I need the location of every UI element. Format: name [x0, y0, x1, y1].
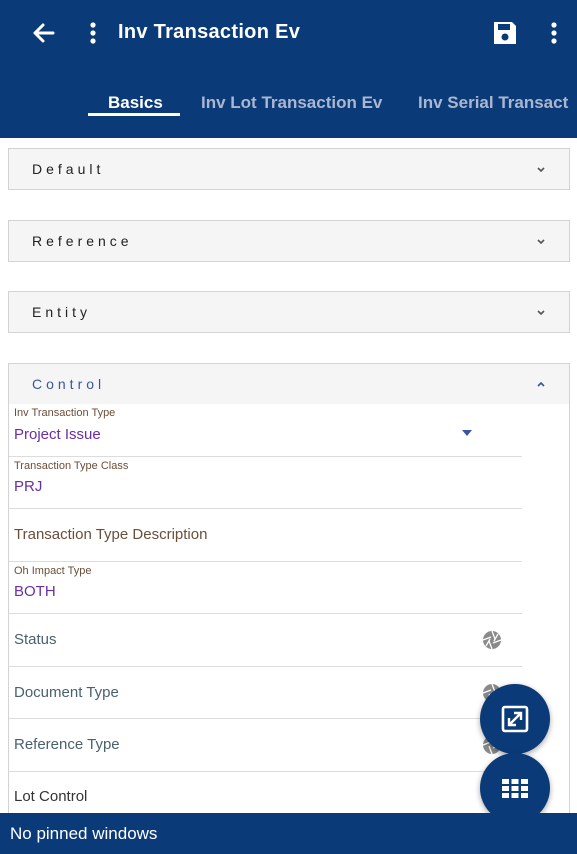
chevron-down-icon	[537, 310, 545, 316]
field-label: Document Type	[14, 684, 119, 701]
section-reference[interactable]: Reference	[8, 220, 570, 262]
back-arrow-icon[interactable]	[28, 18, 58, 48]
grid-icon	[502, 779, 528, 798]
save-icon[interactable]	[491, 18, 519, 48]
reference-type-field[interactable]: Reference Type	[9, 719, 522, 772]
tab-basics[interactable]: Basics	[108, 93, 163, 113]
field-label: Status	[14, 631, 57, 648]
more-vert-icon[interactable]	[84, 18, 102, 48]
tab-inv-lot-transaction-ev[interactable]: Inv Lot Transaction Ev	[201, 93, 382, 113]
section-default[interactable]: Default	[8, 148, 570, 190]
field-value: Project Issue	[14, 426, 101, 443]
aperture-icon[interactable]	[482, 630, 502, 650]
page-title: Inv Transaction Ev	[118, 21, 301, 43]
app-bar: Inv Transaction Ev Basics Inv Lot Transa…	[0, 0, 577, 138]
section-entity[interactable]: Entity	[8, 291, 570, 333]
field-label: Reference Type	[14, 736, 120, 753]
section-label: Entity	[32, 304, 92, 320]
active-tab-indicator	[88, 113, 180, 116]
chevron-down-icon	[537, 167, 545, 173]
section-label: Control	[32, 376, 106, 392]
status-field[interactable]: Status	[9, 614, 522, 667]
tab-bar: Basics Inv Lot Transaction Ev Inv Serial…	[0, 88, 577, 128]
pinned-windows-bar[interactable]: No pinned windows	[0, 813, 577, 854]
section-control[interactable]: Control	[8, 363, 570, 405]
tab-inv-serial-transact[interactable]: Inv Serial Transact	[418, 93, 568, 113]
field-value: BOTH	[14, 583, 56, 600]
section-label: Reference	[32, 233, 133, 249]
zoom-icon	[501, 705, 529, 733]
zoom-fab-button[interactable]	[480, 684, 550, 754]
field-label: Inv Transaction Type	[14, 407, 116, 419]
pinned-windows-text: No pinned windows	[10, 824, 158, 843]
chevron-down-icon	[537, 239, 545, 245]
field-value: PRJ	[14, 478, 43, 495]
transaction-type-class-field[interactable]: Transaction Type Class PRJ	[9, 457, 522, 509]
field-label: Oh Impact Type	[14, 565, 92, 577]
transaction-type-description-field[interactable]: Transaction Type Description	[9, 509, 522, 562]
dropdown-arrow-icon[interactable]	[462, 430, 472, 436]
field-placeholder: Transaction Type Description	[14, 526, 208, 543]
chevron-up-icon	[537, 381, 545, 387]
oh-impact-type-field[interactable]: Oh Impact Type BOTH	[9, 562, 522, 614]
field-label: Lot Control	[14, 788, 88, 805]
field-label: Transaction Type Class	[14, 460, 129, 472]
more-vert-icon[interactable]	[545, 18, 563, 48]
document-type-field[interactable]: Document Type	[9, 667, 522, 719]
section-label: Default	[32, 161, 105, 177]
inv-transaction-type-select[interactable]: Inv Transaction Type Project Issue	[9, 404, 522, 457]
lot-control-field[interactable]: Lot Control	[9, 772, 522, 813]
